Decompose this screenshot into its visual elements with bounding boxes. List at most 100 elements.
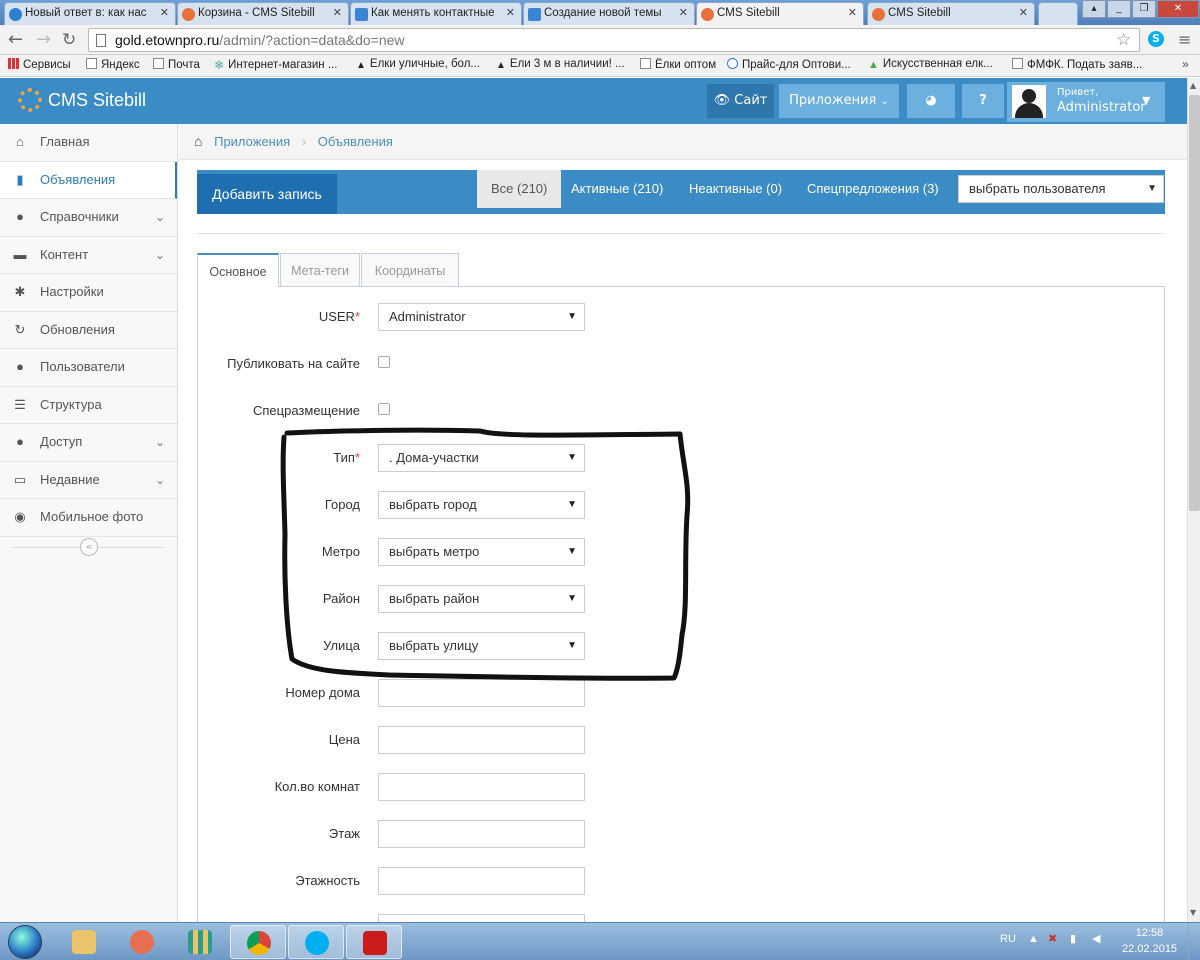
price-input[interactable] bbox=[378, 726, 585, 754]
user-filter-select[interactable]: выбрать пользователя ▼ bbox=[958, 175, 1164, 203]
opera-taskbar-button[interactable] bbox=[346, 925, 402, 959]
sidebar-item-settings[interactable]: ✱ Настройки bbox=[0, 274, 177, 312]
browser-tab[interactable]: Как менять контактные ✕ bbox=[350, 2, 522, 25]
group-icon: ● bbox=[16, 434, 24, 449]
skype-taskbar-button[interactable] bbox=[288, 925, 344, 959]
tab-coordinates[interactable]: Координаты bbox=[361, 253, 459, 287]
bookmark-item[interactable]: ▲ Ели 3 м в наличии! ... bbox=[496, 58, 625, 71]
user-select[interactable]: Administrator ▼ bbox=[378, 303, 585, 331]
metro-select[interactable]: выбрать метро ▼ bbox=[378, 538, 585, 566]
sidebar-item-structure[interactable]: ☰ Структура bbox=[0, 387, 177, 424]
media-taskbar-button[interactable] bbox=[114, 925, 170, 959]
bookmark-item[interactable]: Яндекс bbox=[86, 58, 140, 71]
language-indicator[interactable]: RU bbox=[1000, 933, 1016, 945]
network-warning-icon[interactable]: ✖ bbox=[1048, 932, 1057, 945]
sidebar-item-users[interactable]: ● Пользователи bbox=[0, 349, 177, 387]
sidebar-item-listings[interactable]: ▮ Объявления bbox=[0, 161, 177, 199]
sidebar-item-content[interactable]: ▬ Контент ⌄ bbox=[0, 237, 177, 274]
bookmarks-more[interactable]: » bbox=[1182, 57, 1189, 71]
scrollbar-thumb[interactable] bbox=[1189, 95, 1200, 511]
sidebar-item-references[interactable]: ● Справочники ⌄ bbox=[0, 199, 177, 237]
home-icon[interactable]: ⌂ bbox=[194, 133, 202, 149]
browser-tab-active[interactable]: CMS Sitebill ✕ bbox=[696, 2, 864, 26]
close-icon[interactable]: ✕ bbox=[333, 6, 342, 19]
add-record-button[interactable]: Добавить запись bbox=[197, 174, 337, 214]
sidebar-item-recent[interactable]: ▭ Недавние ⌄ bbox=[0, 462, 177, 499]
bookmark-item[interactable]: ▲ Елки уличные, бол... bbox=[356, 58, 480, 71]
scroll-up-icon[interactable]: ▲ bbox=[1190, 81, 1196, 90]
bookmark-item[interactable]: ФМФК. Подать заяв... bbox=[1012, 58, 1142, 71]
tab-main[interactable]: Основное bbox=[197, 253, 279, 287]
show-desktop-button[interactable] bbox=[1188, 923, 1200, 960]
chrome-taskbar-button[interactable] bbox=[230, 925, 286, 959]
filter-active[interactable]: Активные (210) bbox=[571, 170, 663, 214]
bookmark-item[interactable]: ▲ Искусственная елк... bbox=[868, 58, 993, 71]
logo[interactable]: CMS Sitebill bbox=[18, 88, 146, 112]
explorer-taskbar-button[interactable] bbox=[56, 925, 112, 959]
bookmark-item[interactable]: ❄ Интернет-магазин ... bbox=[214, 58, 337, 72]
floors-total-input[interactable] bbox=[378, 867, 585, 895]
close-icon[interactable]: ✕ bbox=[160, 6, 169, 19]
media-player-icon bbox=[130, 930, 154, 954]
close-icon[interactable]: ✕ bbox=[848, 6, 857, 19]
close-icon[interactable]: ✕ bbox=[506, 6, 515, 19]
apps-button[interactable]: Приложения ⌄ bbox=[779, 84, 899, 118]
field-publish: Публиковать на сайте bbox=[198, 350, 1166, 378]
publish-checkbox[interactable] bbox=[378, 356, 390, 368]
floor-input[interactable] bbox=[378, 820, 585, 848]
collapse-sidebar-button[interactable]: « bbox=[80, 538, 98, 556]
tray-expand-icon[interactable]: ▲ bbox=[1028, 933, 1039, 945]
bookmark-item[interactable]: Почта bbox=[153, 58, 200, 71]
sidebar-item-updates[interactable]: ↻ Обновления bbox=[0, 312, 177, 349]
bookmark-item[interactable]: Ёлки оптом bbox=[640, 58, 716, 71]
user-icon[interactable]: ▴ bbox=[1082, 0, 1106, 18]
district-select[interactable]: выбрать район ▼ bbox=[378, 585, 585, 613]
filter-inactive[interactable]: Неактивные (0) bbox=[689, 170, 782, 214]
volume-icon[interactable]: ◀ bbox=[1092, 932, 1100, 945]
restore-icon[interactable]: ❐ bbox=[1132, 0, 1156, 18]
browser-tab[interactable]: CMS Sitebill ✕ bbox=[867, 2, 1035, 25]
rooms-input[interactable] bbox=[378, 773, 585, 801]
url-input[interactable]: gold.etownpro.ru/admin/?action=data&do=n… bbox=[88, 28, 1140, 52]
apps-taskbar-button[interactable] bbox=[172, 925, 228, 959]
scroll-down-icon[interactable]: ▼ bbox=[1190, 908, 1196, 917]
menu-icon[interactable]: ≡ bbox=[1178, 30, 1191, 49]
windows-start-icon[interactable] bbox=[8, 925, 42, 959]
bookmark-item[interactable]: Прайс-для Оптови... bbox=[727, 58, 851, 71]
city-select[interactable]: выбрать город ▼ bbox=[378, 491, 585, 519]
close-window-icon[interactable]: ✕ bbox=[1157, 0, 1199, 18]
signal-icon[interactable]: ▮ bbox=[1070, 932, 1076, 945]
action-bar: Добавить запись Все (210) Активные (210)… bbox=[197, 170, 1165, 214]
tab-meta[interactable]: Мета-теги bbox=[280, 253, 360, 287]
bookmark-star-icon[interactable]: ☆ bbox=[1116, 30, 1131, 50]
user-menu[interactable]: Привет, Administrator ▼ bbox=[1007, 82, 1165, 122]
type-select[interactable]: . Дома-участки ▼ bbox=[378, 444, 585, 472]
help-button[interactable]: ? bbox=[962, 84, 1004, 118]
clock[interactable]: 12:58 22.02.2015 bbox=[1122, 925, 1177, 957]
site-button[interactable]: 👁 Сайт bbox=[707, 84, 774, 118]
breadcrumb-listings[interactable]: Объявления bbox=[318, 134, 393, 149]
globe-button[interactable]: ◕ bbox=[907, 84, 955, 118]
bookmark-item[interactable]: Сервисы bbox=[8, 58, 71, 71]
browser-tab[interactable]: Новый ответ в: как нас ✕ bbox=[4, 2, 176, 25]
back-icon[interactable]: ← bbox=[8, 31, 23, 49]
skype-icon[interactable]: S bbox=[1148, 31, 1164, 47]
new-tab-button[interactable] bbox=[1038, 2, 1078, 25]
minimize-icon[interactable]: _ bbox=[1107, 0, 1131, 18]
filter-all[interactable]: Все (210) bbox=[477, 170, 562, 208]
page-scrollbar[interactable]: ▲ ▼ bbox=[1187, 78, 1200, 922]
forward-icon[interactable]: → bbox=[36, 31, 51, 49]
sidebar-item-home[interactable]: ⌂ Главная bbox=[0, 124, 177, 162]
street-select[interactable]: выбрать улицу ▼ bbox=[378, 632, 585, 660]
filter-special[interactable]: Спецпредложения (3) bbox=[807, 170, 939, 214]
browser-tab[interactable]: Корзина - CMS Sitebill ✕ bbox=[177, 2, 349, 25]
house-number-input[interactable] bbox=[378, 679, 585, 707]
sidebar-item-mobile-photo[interactable]: ◉ Мобильное фото bbox=[0, 499, 177, 537]
browser-tab[interactable]: Создание новой темы ✕ bbox=[523, 2, 695, 25]
sidebar-item-access[interactable]: ● Доступ ⌄ bbox=[0, 424, 177, 462]
close-icon[interactable]: ✕ bbox=[1019, 6, 1028, 19]
close-icon[interactable]: ✕ bbox=[679, 6, 688, 19]
breadcrumb-apps[interactable]: Приложения bbox=[214, 134, 290, 149]
special-checkbox[interactable] bbox=[378, 403, 390, 415]
reload-icon[interactable]: ↻ bbox=[62, 31, 76, 49]
